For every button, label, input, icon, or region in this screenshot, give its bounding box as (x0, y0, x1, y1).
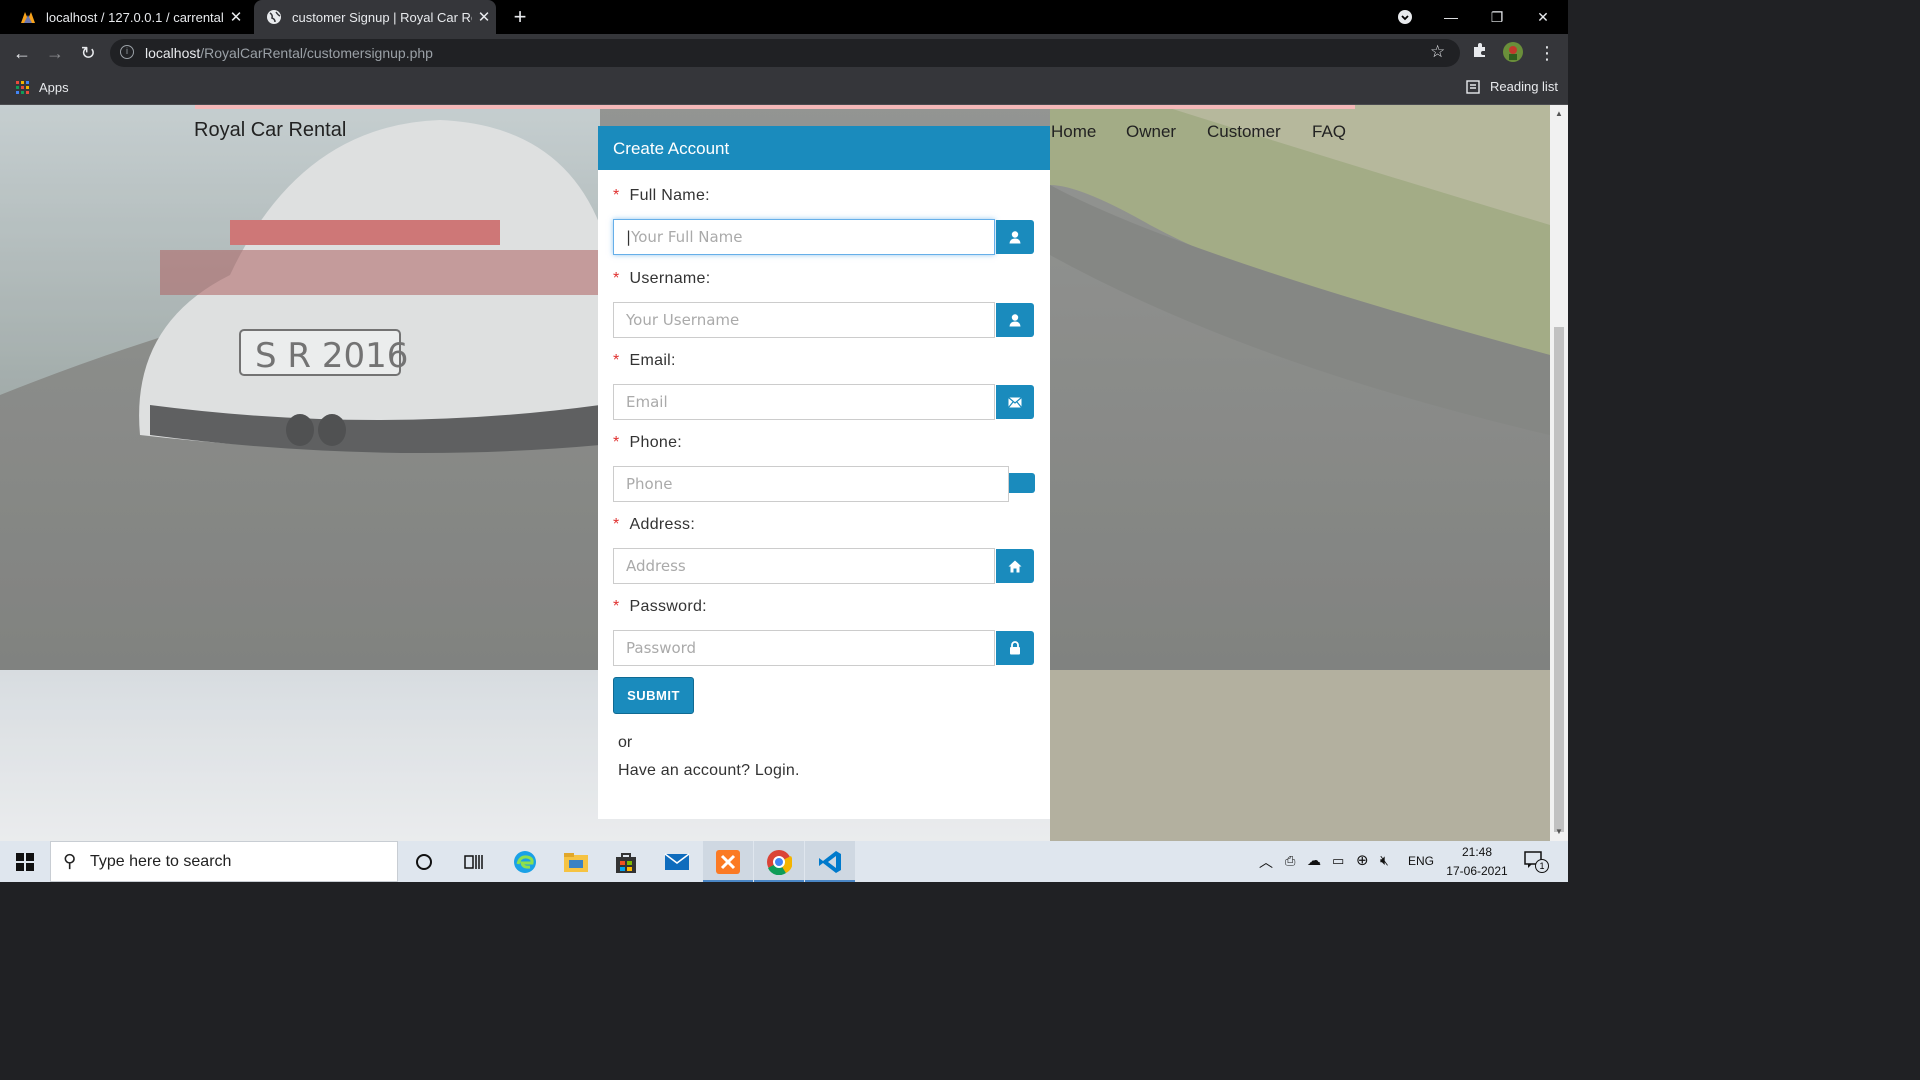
nav-home[interactable]: Home (1051, 122, 1096, 142)
search-placeholder: Type here to search (90, 853, 232, 870)
login-link[interactable]: Have an account? Login. (618, 762, 800, 780)
full-name-label: * Full Name: (613, 187, 710, 204)
password-label: * Password: (613, 598, 707, 615)
email-label: * Email: (613, 352, 676, 369)
xampp-icon[interactable] (703, 841, 753, 882)
globe-icon (267, 10, 281, 24)
windows-taskbar: ⚲ Type here to search ︿ ⎙ ☁ ▭ ⊕ 🔇︎ ENG 2… (0, 841, 1568, 882)
chrome-active-indicator (754, 880, 804, 882)
apps-shortcut[interactable]: Apps (16, 80, 69, 95)
notification-badge: 1 (1535, 859, 1549, 873)
or-text: or (618, 734, 633, 751)
envelope-icon (996, 385, 1034, 419)
address-bar[interactable]: i localhost/RoyalCarRental/customersignu… (110, 39, 1460, 67)
vscode-active-indicator (805, 880, 855, 882)
bookmark-star-icon[interactable]: ☆ (1430, 42, 1445, 62)
address-label: * Address: (613, 516, 696, 533)
meet-now-icon[interactable]: ⎙ (1285, 853, 1295, 869)
tab-title: localhost / 127.0.0.1 / carrental | p (46, 9, 224, 25)
username-label: * Username: (613, 270, 711, 287)
search-icon: ⚲ (63, 851, 77, 871)
nav-owner[interactable]: Owner (1126, 122, 1176, 142)
form-title: Create Account (613, 139, 730, 158)
restore-icon[interactable]: ❐ (1474, 0, 1520, 34)
mail-icon[interactable] (652, 841, 702, 882)
address-input[interactable]: Address (613, 548, 995, 584)
apps-label: Apps (39, 80, 69, 95)
network-globe-icon[interactable]: ⊕ (1356, 851, 1369, 869)
username-input[interactable]: Your Username (613, 302, 995, 338)
scroll-down-icon[interactable]: ▼ (1555, 827, 1563, 836)
cortana-icon[interactable] (399, 841, 449, 882)
edge-icon[interactable] (500, 841, 550, 882)
page-viewport: S R 2016 Royal Car Rental Home Owner Cus… (0, 105, 1550, 841)
scroll-up-icon[interactable]: ▲ (1555, 109, 1563, 118)
battery-icon[interactable]: ▭ (1332, 853, 1344, 869)
back-icon[interactable]: ← (10, 41, 34, 65)
site-brand[interactable]: Royal Car Rental (194, 119, 346, 142)
forward-icon[interactable]: → (43, 41, 67, 65)
close-tab-icon[interactable]: ✕ (224, 8, 248, 26)
phone-label: * Phone: (613, 434, 683, 451)
chrome-icon[interactable] (754, 841, 804, 882)
onedrive-icon[interactable]: ☁ (1307, 852, 1321, 869)
lock-icon (996, 631, 1034, 665)
reading-list-button[interactable]: Reading list (1466, 79, 1558, 94)
required-marker: * (613, 187, 620, 204)
volume-muted-icon[interactable]: 🔇︎ (1380, 852, 1389, 869)
submit-button[interactable]: SUBMIT (613, 677, 694, 714)
password-input[interactable]: Password (613, 630, 995, 666)
email-input[interactable]: Email (613, 384, 995, 420)
tab-phpmyadmin[interactable]: localhost / 127.0.0.1 / carrental | p ✕ (8, 0, 248, 34)
file-explorer-icon[interactable] (551, 841, 601, 882)
clock-date: 17-06-2021 (1446, 864, 1508, 878)
nav-faq[interactable]: FAQ (1312, 122, 1346, 142)
taskbar-search-box[interactable]: ⚲ Type here to search (50, 841, 398, 882)
scrollbar-thumb[interactable] (1554, 327, 1564, 832)
reading-list-icon (1466, 79, 1480, 94)
nav-customer[interactable]: Customer (1207, 122, 1281, 142)
tab-customer-signup[interactable]: customer Signup | Royal Car Rent ✕ (254, 0, 496, 34)
bookmarks-bar: Apps Reading list (0, 72, 1568, 105)
phone-input[interactable]: Phone (613, 466, 1009, 502)
info-icon[interactable]: i (120, 45, 134, 59)
page-scrollbar[interactable]: ▲ ▼ (1550, 105, 1568, 841)
apps-grid-icon (16, 80, 29, 94)
signup-form: Create Account * Full Name: |Your Full Na… (598, 126, 1050, 819)
clock[interactable]: 21:48 17-06-2021 (1446, 845, 1508, 878)
chevron-up-icon[interactable]: ︿ (1259, 852, 1273, 872)
user-icon (996, 303, 1034, 337)
close-tab-icon[interactable]: ✕ (472, 8, 496, 26)
notifications-icon[interactable]: 1 (1524, 851, 1549, 874)
clock-time: 21:48 (1461, 845, 1493, 859)
url-text: localhost/RoyalCarRental/customersignup.… (145, 45, 433, 61)
minimize-icon[interactable]: — (1428, 0, 1474, 34)
menu-kebab-icon[interactable]: ⋮ (1535, 41, 1559, 65)
phone-addon (1009, 473, 1035, 493)
windows-start-icon[interactable] (0, 841, 50, 882)
tab-search-icon[interactable] (1382, 0, 1428, 34)
task-view-icon[interactable] (449, 841, 499, 882)
full-name-input[interactable]: |Your Full Name (613, 219, 995, 255)
language-indicator[interactable]: ENG (1408, 854, 1434, 868)
profile-avatar[interactable] (1501, 41, 1525, 65)
user-icon (996, 220, 1034, 254)
tab-title: customer Signup | Royal Car Rent (292, 9, 472, 25)
reload-icon[interactable]: ↻ (76, 41, 100, 65)
browser-tab-bar: localhost / 127.0.0.1 / carrental | p ✕ … (0, 0, 1568, 34)
browser-toolbar: ← → ↻ i localhost/RoyalCarRental/custome… (0, 34, 1568, 72)
xampp-active-indicator (703, 880, 753, 882)
home-icon (996, 549, 1034, 583)
new-tab-button[interactable]: + (508, 4, 532, 30)
vscode-icon[interactable] (805, 841, 855, 882)
form-header: Create Account (598, 126, 1050, 170)
phpmyadmin-icon (21, 12, 35, 23)
extensions-icon[interactable] (1468, 41, 1492, 65)
close-window-icon[interactable]: ✕ (1520, 0, 1566, 34)
store-icon[interactable] (601, 841, 651, 882)
